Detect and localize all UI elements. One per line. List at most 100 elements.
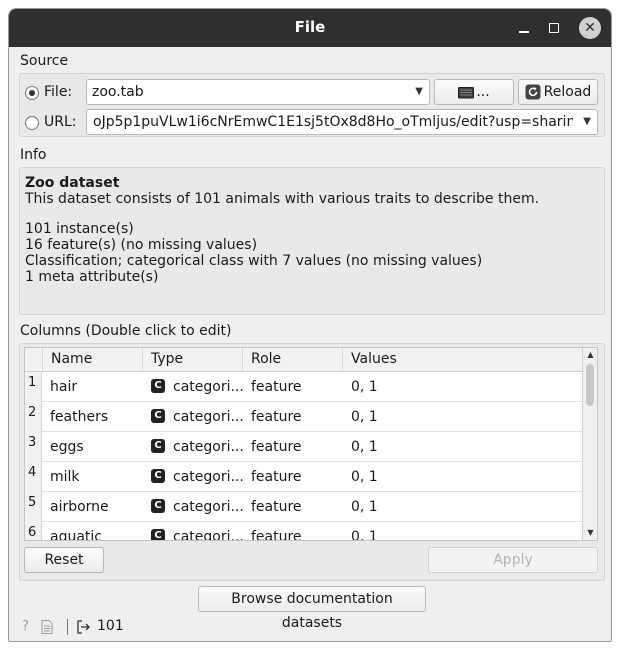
info-label: Info — [20, 147, 47, 163]
cell-type[interactable]: Ccategori... — [151, 522, 244, 541]
browse-label: ... — [476, 84, 490, 100]
table-scrollbar[interactable]: ▲ ▼ — [582, 348, 597, 540]
corner-cell — [25, 348, 42, 372]
cell-type-label: categori... — [173, 529, 244, 541]
file-combo-value: zoo.tab — [92, 84, 144, 100]
table-row[interactable]: 2 feathers Ccategori... feature 0, 1 — [25, 402, 583, 432]
file-radio[interactable] — [25, 86, 39, 100]
dataset-description: This dataset consists of 101 animals wit… — [25, 191, 540, 207]
table-row[interactable]: 3 eggs Ccategori... feature 0, 1 — [25, 432, 583, 462]
cell-type-label: categori... — [173, 499, 244, 515]
source-group: File: zoo.tab ▼ ... Reload URL: oJp5p1pu… — [19, 73, 605, 137]
cell-type[interactable]: Ccategori... — [151, 432, 244, 462]
cell-type-label: categori... — [173, 439, 244, 455]
cell-type[interactable]: Ccategori... — [151, 462, 244, 492]
cell-role[interactable]: feature — [251, 462, 302, 492]
header-role[interactable]: Role — [242, 348, 342, 372]
cell-name[interactable]: milk — [50, 462, 80, 492]
reload-label: Reload — [543, 84, 592, 100]
table-row[interactable]: 5 airborne Ccategori... feature 0, 1 — [25, 492, 583, 522]
header-type[interactable]: Type — [142, 348, 242, 372]
reload-button[interactable]: Reload — [518, 79, 598, 105]
source-label: Source — [20, 53, 69, 69]
title-bar: File ✕ — [9, 9, 611, 47]
cell-values[interactable]: 0, 1 — [351, 522, 378, 540]
minimize-icon — [519, 31, 529, 33]
minimize-button[interactable] — [513, 17, 535, 39]
dataset-title: Zoo dataset — [25, 175, 120, 191]
cell-type-label: categori... — [173, 409, 244, 425]
table-header: Name Type Role Values — [25, 348, 583, 372]
categorical-icon: C — [151, 529, 165, 540]
row-number: 4 — [25, 462, 42, 492]
cell-role[interactable]: feature — [251, 402, 302, 432]
url-combo-value: oJp5p1puVLw1i6cNrEmwC1E1sj5tOx8d8Ho_oTml… — [93, 114, 573, 130]
cell-type[interactable]: Ccategori... — [151, 372, 244, 402]
cell-name[interactable]: eggs — [50, 432, 84, 462]
cell-name[interactable]: feathers — [50, 402, 108, 432]
categorical-icon: C — [151, 439, 165, 453]
apply-button[interactable]: Apply — [428, 547, 598, 573]
columns-label: Columns (Double click to edit) — [20, 323, 232, 339]
close-button[interactable]: ✕ — [579, 17, 601, 39]
cell-type[interactable]: Ccategori... — [151, 402, 244, 432]
header-values[interactable]: Values — [342, 348, 583, 372]
cell-values[interactable]: 0, 1 — [351, 402, 378, 432]
status-divider — [67, 619, 68, 635]
cell-values[interactable]: 0, 1 — [351, 462, 378, 492]
categorical-icon: C — [151, 499, 165, 513]
cell-type[interactable]: Ccategori... — [151, 492, 244, 522]
cell-name[interactable]: aquatic — [50, 522, 102, 540]
help-icon[interactable]: ? — [22, 619, 29, 634]
categorical-icon: C — [151, 469, 165, 483]
maximize-icon — [549, 23, 559, 33]
table-row[interactable]: 1 hair Ccategori... feature 0, 1 — [25, 372, 583, 402]
categorical-icon: C — [151, 379, 165, 393]
scroll-up-icon[interactable]: ▲ — [583, 348, 597, 362]
row-number: 5 — [25, 492, 42, 522]
cell-type-label: categori... — [173, 379, 244, 395]
cell-role[interactable]: feature — [251, 522, 302, 540]
status-bar: ? 101 — [9, 613, 611, 641]
url-combo[interactable]: oJp5p1puVLw1i6cNrEmwC1E1sj5tOx8d8Ho_oTml… — [86, 109, 598, 135]
table-row[interactable]: 6 aquatic Ccategori... feature 0, 1 — [25, 522, 583, 541]
browse-button[interactable]: ... — [434, 79, 514, 105]
file-combo[interactable]: zoo.tab ▼ — [86, 79, 430, 105]
table-row[interactable]: 4 milk Ccategori... feature 0, 1 — [25, 462, 583, 492]
output-icon — [77, 620, 90, 634]
info-line: 16 feature(s) (no missing values) — [25, 237, 258, 253]
report-icon[interactable] — [41, 620, 53, 634]
cell-values[interactable]: 0, 1 — [351, 372, 378, 402]
header-name[interactable]: Name — [42, 348, 142, 372]
file-widget-window: File ✕ Source File: zoo.tab ▼ ... Reload… — [8, 8, 612, 642]
cell-values[interactable]: 0, 1 — [351, 492, 378, 522]
scroll-thumb[interactable] — [586, 364, 594, 406]
info-line: Classification; categorical class with 7… — [25, 253, 483, 269]
url-radio[interactable] — [25, 116, 39, 130]
cell-values[interactable]: 0, 1 — [351, 432, 378, 462]
url-radio-label: URL: — [44, 114, 77, 130]
folder-icon — [458, 87, 475, 99]
reset-button[interactable]: Reset — [24, 547, 104, 573]
cell-name[interactable]: hair — [50, 372, 77, 402]
cell-name[interactable]: airborne — [50, 492, 109, 522]
cell-type-label: categori... — [173, 469, 244, 485]
info-line: 1 meta attribute(s) — [25, 269, 159, 285]
chevron-down-icon: ▼ — [583, 116, 591, 127]
chevron-down-icon: ▼ — [415, 86, 423, 97]
row-number: 2 — [25, 402, 42, 432]
info-line: 101 instance(s) — [25, 221, 134, 237]
scroll-down-icon[interactable]: ▼ — [583, 526, 597, 540]
cell-role[interactable]: feature — [251, 372, 302, 402]
categorical-icon: C — [151, 409, 165, 423]
output-count: 101 — [97, 618, 124, 634]
row-number: 3 — [25, 432, 42, 462]
cell-role[interactable]: feature — [251, 492, 302, 522]
file-radio-label: File: — [44, 84, 73, 100]
cell-role[interactable]: feature — [251, 432, 302, 462]
maximize-button[interactable] — [543, 17, 565, 39]
browse-documentation-datasets-button[interactable]: Browse documentation datasets — [198, 586, 426, 631]
row-number: 1 — [25, 372, 42, 402]
reload-icon — [525, 84, 541, 100]
columns-table[interactable]: Name Type Role Values 1 hair Ccategori..… — [24, 347, 598, 541]
